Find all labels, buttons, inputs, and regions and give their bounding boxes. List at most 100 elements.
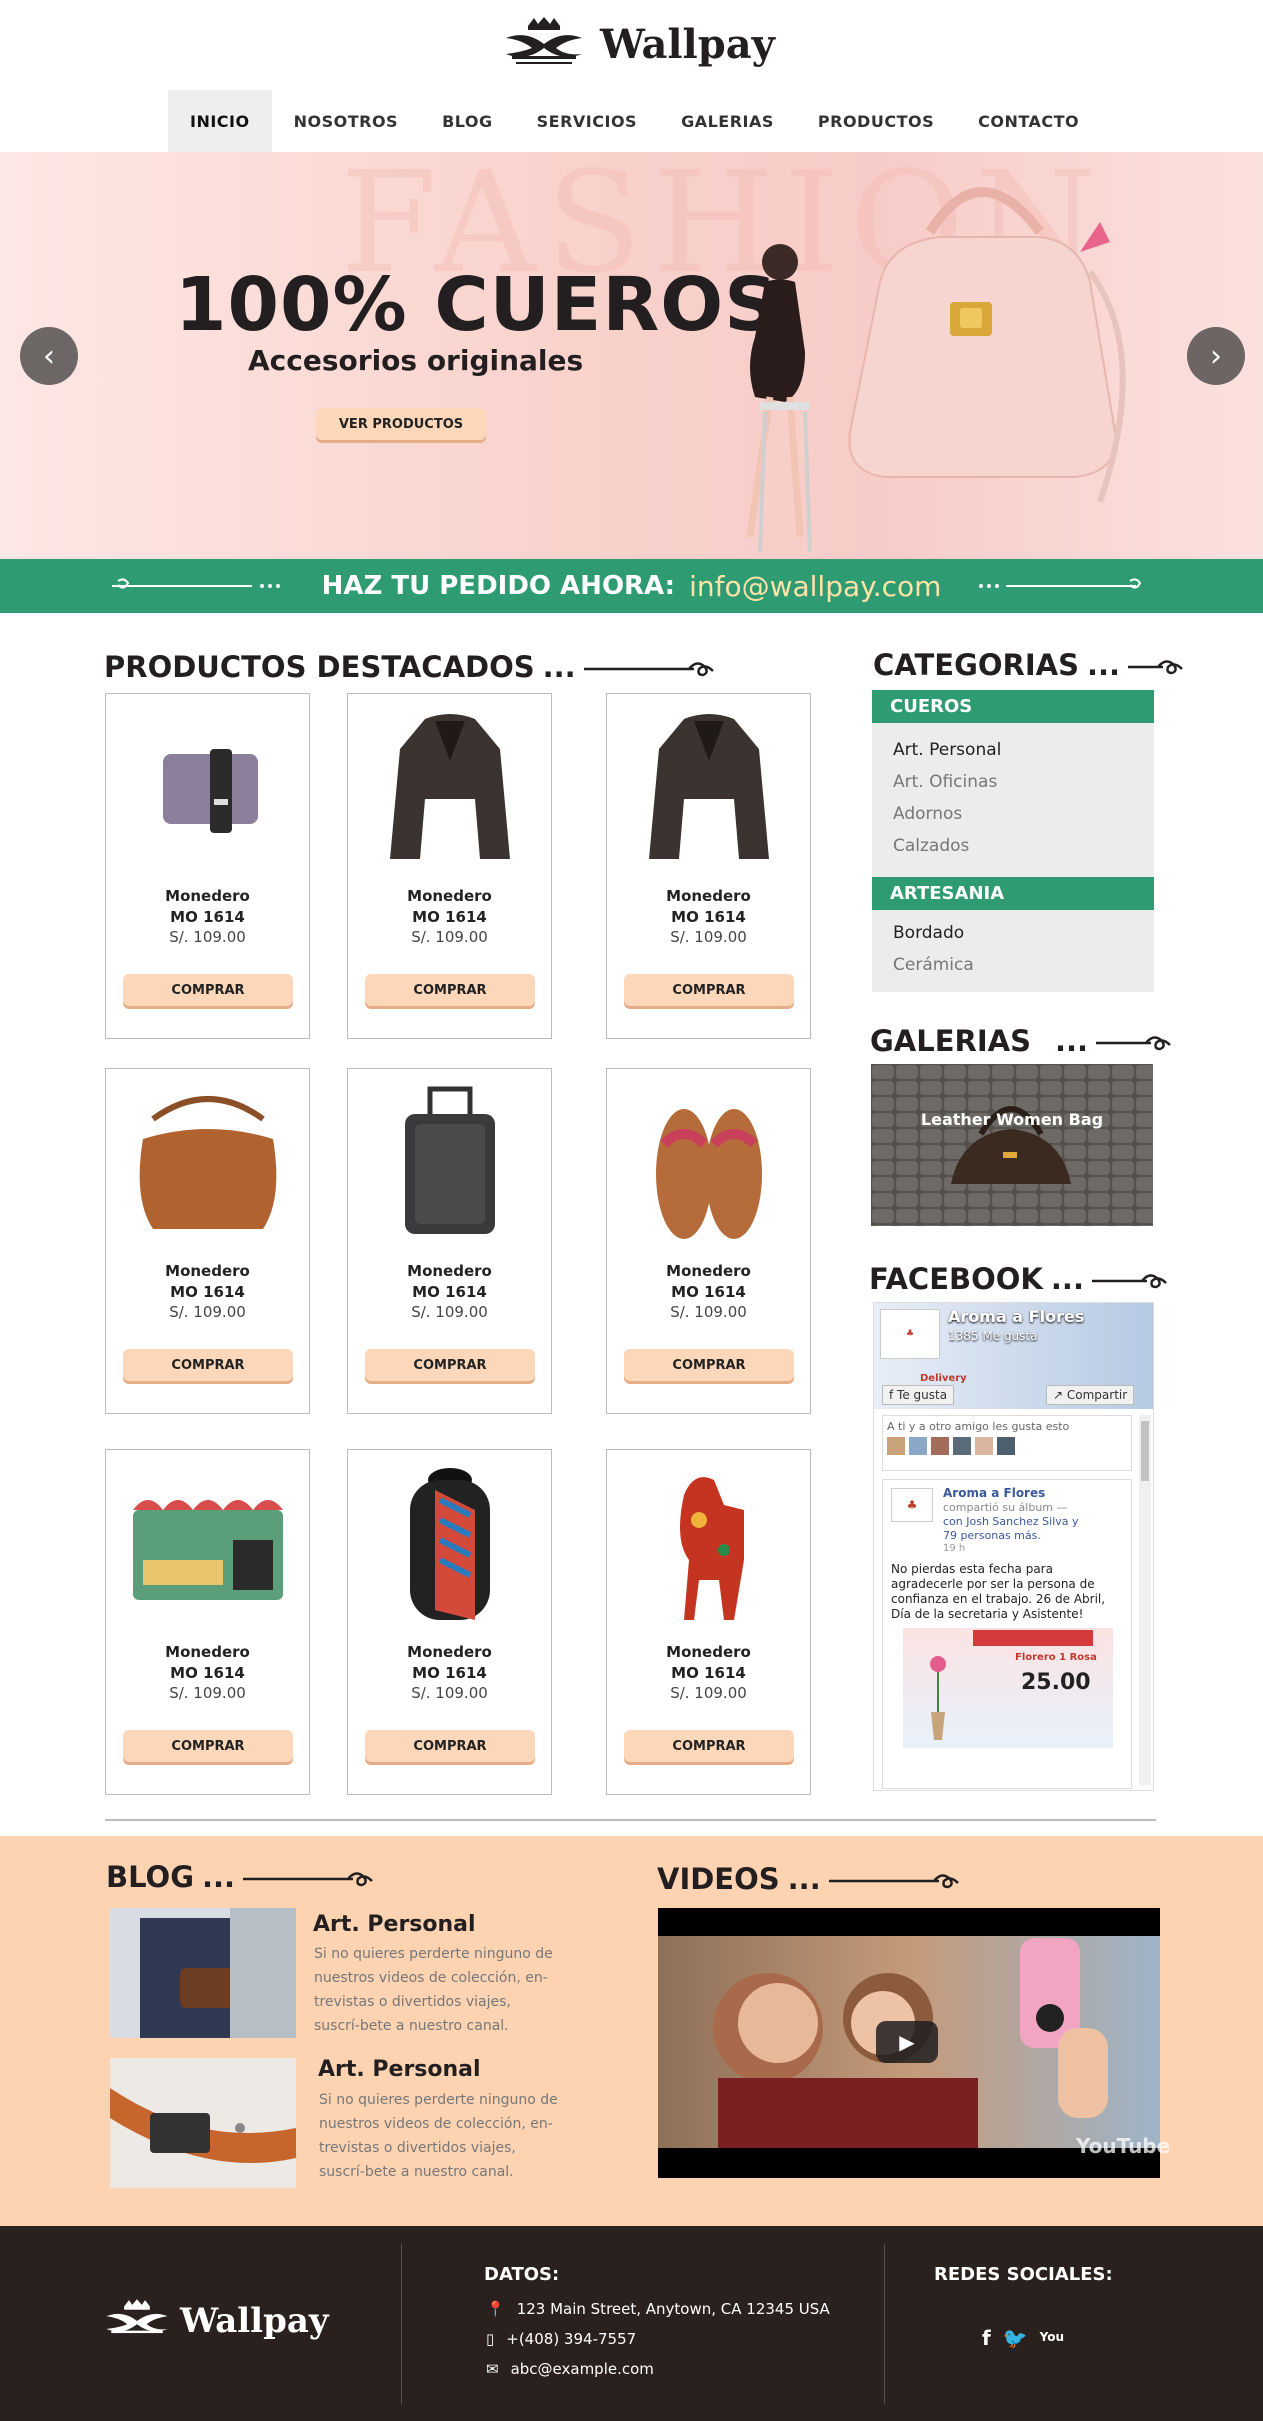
section-divider — [105, 1819, 1156, 1821]
avatar[interactable] — [975, 1437, 993, 1455]
jacket-icon[interactable] — [615, 704, 802, 874]
jacket-icon[interactable] — [356, 704, 543, 874]
product-card[interactable]: Monedero MO 1614 S/. 109.00 COMPRAR — [105, 693, 310, 1039]
banner-email[interactable]: info@wallpay.com — [689, 570, 941, 603]
comprar-button[interactable]: COMPRAR — [365, 1730, 535, 1762]
product-card[interactable]: Monedero MO 1614 S/. 109.00 COMPRAR — [347, 693, 552, 1039]
blog-post-image[interactable] — [110, 1908, 296, 2038]
nav-productos[interactable]: PRODUCTOS — [796, 90, 956, 152]
facebook-icon[interactable]: f — [982, 2326, 991, 2350]
product-name-line1: Monedero — [666, 1262, 751, 1280]
comprar-button[interactable]: COMPRAR — [624, 974, 794, 1006]
footer-email: ✉ abc@example.com — [486, 2360, 654, 2378]
fb-like-button[interactable]: f Te gusta — [882, 1385, 955, 1405]
comprar-button[interactable]: COMPRAR — [624, 1349, 794, 1381]
product-card[interactable]: Monedero MO 1614 S/. 109.00 COMPRAR — [606, 693, 811, 1039]
product-card[interactable]: Monedero MO 1614 S/. 109.00 COMPRAR — [606, 1449, 811, 1795]
nav-blog[interactable]: BLOG — [420, 90, 515, 152]
category-item-ceramica[interactable]: Cerámica — [893, 955, 974, 975]
comprar-button[interactable]: COMPRAR — [624, 1730, 794, 1762]
youtube-icon[interactable]: You — [1040, 2326, 1064, 2350]
category-group-cueros[interactable]: CUEROS — [872, 690, 1154, 723]
fb-post-author[interactable]: Aroma a Flores — [943, 1486, 1045, 1500]
blog-post-title[interactable]: Art. Personal — [318, 2057, 481, 2082]
gallery-image[interactable]: Leather Women Bag — [871, 1064, 1153, 1226]
title-dots: ... — [787, 1862, 821, 1896]
product-code: MO 1614 — [170, 1283, 245, 1301]
product-price: S/. 109.00 — [670, 928, 747, 946]
video-play-button[interactable]: ▶ — [876, 2021, 938, 2063]
twitter-icon[interactable]: 🐦 — [1003, 2326, 1028, 2350]
order-banner: HAZ TU PEDIDO AHORA: info@wallpay.com — [0, 559, 1263, 613]
slider-next-button[interactable]: › — [1187, 327, 1245, 385]
horse-figurine-icon[interactable] — [615, 1460, 802, 1630]
nav-galerias[interactable]: GALERIAS — [659, 90, 796, 152]
product-card[interactable]: Monedero MO 1614 S/. 109.00 COMPRAR — [105, 1449, 310, 1795]
comprar-button[interactable]: COMPRAR — [123, 1730, 293, 1762]
facebook-title-text: FACEBOOK — [869, 1262, 1043, 1296]
category-item-adornos[interactable]: Adornos — [893, 804, 962, 824]
suitcase-icon[interactable] — [356, 1079, 543, 1249]
category-item-calzados[interactable]: Calzados — [893, 836, 969, 856]
nav-contacto[interactable]: CONTACTO — [956, 90, 1101, 152]
comprar-button[interactable]: COMPRAR — [123, 974, 293, 1006]
flower-vase-icon — [923, 1652, 953, 1740]
wallet-icon[interactable] — [114, 1460, 301, 1630]
crown-logo-icon — [506, 17, 582, 64]
handbag-icon[interactable] — [114, 1079, 301, 1249]
fb-post-line3[interactable]: 79 personas más. — [943, 1529, 1041, 1542]
product-card[interactable]: Monedero MO 1614 S/. 109.00 COMPRAR — [347, 1068, 552, 1414]
footer-email-text[interactable]: abc@example.com — [511, 2360, 654, 2378]
avatar[interactable] — [931, 1437, 949, 1455]
title-ornament-icon — [1096, 1036, 1171, 1051]
nav-inicio[interactable]: INICIO — [168, 90, 272, 152]
youtube-watermark[interactable]: YouTube — [1076, 2134, 1170, 2158]
category-item-art-oficinas[interactable]: Art. Oficinas — [893, 772, 997, 792]
hero-title: 100% CUEROS — [175, 262, 779, 348]
slider-prev-button[interactable]: ‹ — [20, 327, 78, 385]
product-code: MO 1614 — [170, 1664, 245, 1682]
fb-friend-avatars — [887, 1437, 1127, 1455]
nav-servicios[interactable]: SERVICIOS — [515, 90, 659, 152]
footer-phone-text[interactable]: +(408) 394-7557 — [506, 2330, 636, 2348]
footer-logo[interactable]: Wallpay — [100, 2296, 329, 2346]
blog-post-excerpt: Si no quieres perderte ninguno de nuestr… — [319, 2092, 558, 2180]
category-item-art-personal[interactable]: Art. Personal — [893, 740, 1001, 760]
product-card[interactable]: Monedero MO 1614 S/. 109.00 COMPRAR — [105, 1068, 310, 1414]
fb-page-name[interactable]: Aroma a Flores — [948, 1307, 1084, 1326]
product-card[interactable]: Monedero MO 1614 S/. 109.00 COMPRAR — [347, 1449, 552, 1795]
category-group-artesania[interactable]: ARTESANIA — [872, 877, 1154, 910]
avatar[interactable] — [953, 1437, 971, 1455]
fb-scrollbar[interactable] — [1139, 1415, 1151, 1785]
main-nav: INICIO NOSOTROS BLOG SERVICIOS GALERIAS … — [168, 90, 1101, 152]
comprar-button[interactable]: COMPRAR — [365, 1349, 535, 1381]
ver-productos-button[interactable]: VER PRODUCTOS — [316, 408, 486, 440]
product-price: S/. 109.00 — [411, 1684, 488, 1702]
sandals-icon[interactable] — [615, 1079, 802, 1249]
product-card[interactable]: Monedero MO 1614 S/. 109.00 COMPRAR — [606, 1068, 811, 1414]
backpack-icon[interactable] — [356, 1460, 543, 1630]
comprar-button[interactable]: COMPRAR — [365, 974, 535, 1006]
avatar[interactable] — [997, 1437, 1015, 1455]
fb-post-image[interactable]: Florero 1 Rosa 25.00 — [903, 1628, 1113, 1748]
blog-post-image[interactable] — [110, 2058, 296, 2188]
ornament-right-icon — [979, 578, 1142, 589]
videos-title-text: VIDEOS — [657, 1862, 780, 1896]
fb-post-line2[interactable]: con Josh Sanchez Silva y — [943, 1515, 1079, 1528]
video-player[interactable]: ▶ YouTube — [658, 1908, 1170, 2178]
products-section-title: PRODUCTOS DESTACADOS ... — [104, 650, 724, 684]
wallet-icon[interactable] — [114, 704, 301, 874]
avatar[interactable] — [887, 1437, 905, 1455]
social-links: f 🐦 You — [982, 2326, 1064, 2350]
footer-datos-title: DATOS: — [484, 2264, 560, 2285]
blog-post-title[interactable]: Art. Personal — [313, 1912, 476, 1937]
fb-post-text: No pierdas esta fecha para agradecerle p… — [891, 1562, 1106, 1621]
fb-share-button[interactable]: ↗ Compartir — [1046, 1385, 1135, 1405]
comprar-button[interactable]: COMPRAR — [123, 1349, 293, 1381]
fb-post-time: 19 h — [943, 1543, 966, 1554]
logo[interactable]: Wallpay — [498, 16, 775, 72]
avatar[interactable] — [909, 1437, 927, 1455]
nav-nosotros[interactable]: NOSOTROS — [272, 90, 420, 152]
category-item-bordado[interactable]: Bordado — [893, 923, 964, 943]
product-name: Monedero MO 1614 — [607, 886, 810, 928]
